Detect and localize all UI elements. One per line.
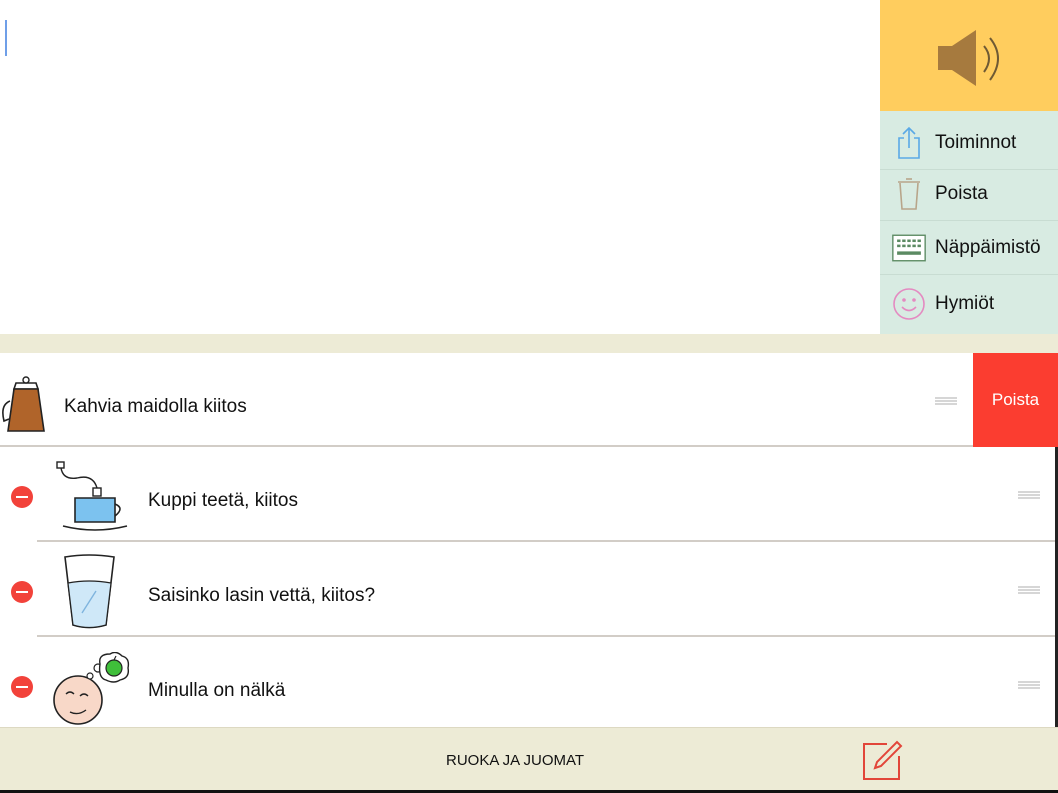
phrase-text: Kuppi teetä, kiitos bbox=[148, 490, 298, 511]
emoticons-label: Hymiöt bbox=[935, 293, 995, 314]
phrase-text: Minulla on nälkä bbox=[148, 680, 286, 701]
side-menu: Toiminnot Poista Näppäimistö Hymiöt bbox=[880, 111, 1058, 334]
delete-text-button[interactable]: Poista bbox=[880, 167, 1058, 221]
speaker-icon bbox=[938, 30, 999, 86]
speak-button[interactable] bbox=[880, 0, 1058, 111]
coffee-pot-icon bbox=[0, 375, 50, 440]
reorder-handle[interactable] bbox=[935, 397, 957, 405]
text-caret bbox=[5, 20, 7, 56]
remove-row-button[interactable] bbox=[11, 486, 33, 508]
trash-icon bbox=[892, 177, 926, 211]
hungry-face-icon bbox=[50, 651, 132, 732]
category-bar: RUOKA JA JUOMAT bbox=[0, 727, 1058, 791]
water-glass-icon bbox=[62, 553, 117, 636]
swipe-delete-label: Poista bbox=[991, 390, 1040, 409]
phrase-text: Saisinko lasin vettä, kiitos? bbox=[148, 585, 376, 606]
phrase-row[interactable]: Minulla on nälkä bbox=[0, 638, 1055, 727]
row-separator bbox=[37, 540, 1055, 542]
phrase-row[interactable]: Saisinko lasin vettä, kiitos? bbox=[0, 543, 1055, 635]
keyboard-icon bbox=[892, 231, 926, 265]
actions-label: Toiminnot bbox=[935, 131, 1017, 153]
reorder-handle[interactable] bbox=[1018, 586, 1040, 594]
phrase-row[interactable]: Kuppi teetä, kiitos bbox=[0, 448, 1055, 540]
remove-row-button[interactable] bbox=[11, 676, 33, 698]
keyboard-label: Näppäimistö bbox=[935, 236, 1041, 258]
keyboard-button[interactable]: Näppäimistö bbox=[880, 221, 1058, 275]
actions-button[interactable]: Toiminnot bbox=[880, 116, 1058, 170]
row-separator bbox=[0, 445, 1012, 447]
edit-icon[interactable] bbox=[861, 738, 903, 782]
delete-text-label: Poista bbox=[935, 182, 988, 204]
emoticons-button[interactable]: Hymiöt bbox=[880, 277, 1058, 331]
phrase-row[interactable]: Kahvia maidolla kiitos bbox=[0, 353, 973, 445]
phrase-text: Kahvia maidolla kiitos bbox=[64, 396, 247, 417]
row-separator bbox=[37, 635, 1055, 637]
share-icon bbox=[892, 126, 926, 160]
reorder-handle[interactable] bbox=[1018, 491, 1040, 499]
reorder-handle[interactable] bbox=[1018, 681, 1040, 689]
remove-row-button[interactable] bbox=[11, 581, 33, 603]
category-title: RUOKA JA JUOMAT bbox=[446, 752, 585, 769]
divider-band bbox=[0, 334, 1058, 353]
tea-cup-icon bbox=[55, 460, 130, 540]
smiley-icon bbox=[892, 287, 926, 321]
message-text-area[interactable] bbox=[0, 0, 880, 334]
swipe-delete-button[interactable]: Poista bbox=[973, 353, 1058, 447]
